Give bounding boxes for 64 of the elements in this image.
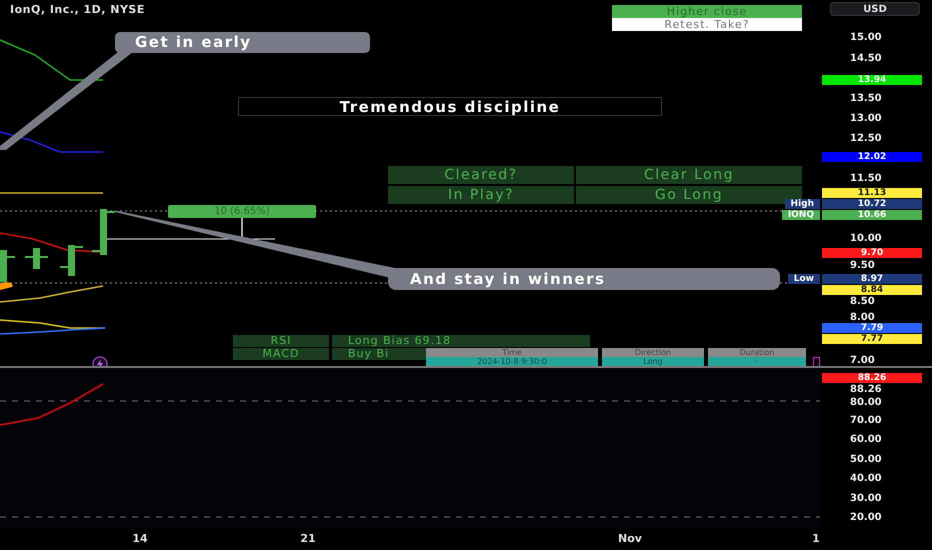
axis-label: 7.00 [850,354,875,366]
axis-label: 13.50 [850,92,882,104]
price-marker: 7.77 [822,334,922,344]
lightning-icon [92,356,108,366]
price-tag: High [784,199,820,209]
price-tag: Low [788,274,820,284]
axis-label: 12.50 [850,132,882,144]
axis-label: 1 [812,532,820,545]
axis-label: 8.50 [850,296,875,306]
table-cell: Clear Long [576,166,802,184]
table-cell: In Play? [388,186,574,204]
candle [92,209,115,255]
price-marker: 10.72 [822,199,922,209]
axis-label: 88.26 [850,384,882,394]
marker-icon [0,282,13,290]
axis-label: 70.00 [850,414,882,426]
axis-label: 9.50 [850,260,875,270]
axis-label: 50.00 [850,454,882,464]
table-cell: Long [602,357,704,366]
axis-label: 14 [132,532,148,545]
price-marker: 7.79 [822,323,922,333]
candle [60,245,83,276]
table-cell: Cleared? [388,166,574,184]
callout-bubble: And stay in winners [388,268,780,290]
price-marker: 8.84 [822,285,922,295]
axis-label: 11.50 [850,172,882,184]
candle [0,250,15,282]
axis-label: 80.00 [850,396,882,408]
table-header: Duration [708,348,806,357]
table-header: Direction [602,348,704,357]
axis-label: 15.00 [850,32,882,42]
candle [25,248,48,269]
chart-title: IonQ, Inc., 1D, NYSE [10,3,145,16]
axis-label: 21 [300,532,316,545]
table-cell: 2024-10-8 9:30:0 [426,357,598,366]
table-header: Time [426,348,598,357]
price-tag: IONQ [782,210,820,220]
table-cell: - [708,357,806,366]
price-marker: 11.13 [822,188,922,198]
axis-label: 40.00 [850,472,882,484]
price-marker: 10.66 [822,210,922,220]
callout-bubble: Get in early [115,32,370,53]
axis-label: 60.00 [850,434,882,444]
measure-label: 10 (6.65%) [168,205,316,218]
axis-label: 30.00 [850,492,882,504]
table-cell: Long Bias 69.18 [332,335,590,347]
price-marker: 13.94 [822,75,922,85]
table-cell: MACD [233,348,329,360]
axis-label: 13.00 [850,112,882,124]
axis-label: 10.00 [850,232,882,244]
price-marker: 12.02 [822,152,922,162]
price-marker: 88.26 [822,373,922,383]
table-cell: Higher close [612,5,802,18]
price-marker: 9.70 [822,248,922,258]
price-marker: 8.97 [822,274,922,284]
table-cell: Retest. Take? [612,18,802,31]
axis-label: Nov [618,532,642,545]
table-cell: RSI [233,335,329,347]
note-label: Tremendous discipline [238,97,662,116]
axis-label: 8.00 [850,312,875,322]
axis-label: 14.50 [850,52,882,64]
axis-label: 20.00 [850,512,882,522]
alert-icon [813,357,820,366]
currency-button[interactable]: USD [830,2,920,16]
